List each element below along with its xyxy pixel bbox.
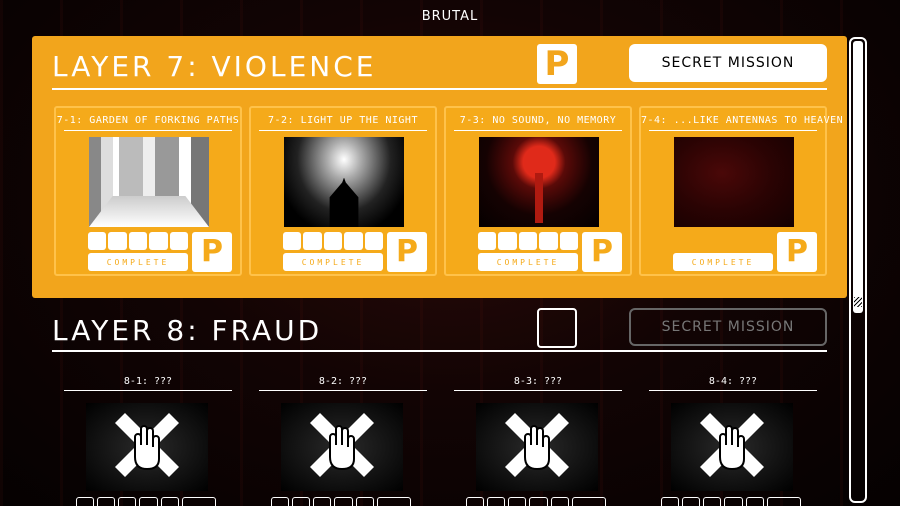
level-rank-badge: P [387,232,427,272]
level-card-8-3[interactable]: 8-3: ??? [444,368,632,506]
level-title: 8-2: ??? [318,376,368,387]
rank-boxes [466,497,606,506]
divider [454,130,622,131]
level-card-7-3[interactable]: 7-3: NO SOUND, NO MEMORY COMPLETE P [444,106,632,276]
layer-8-rank-badge-empty [537,308,577,348]
level-rank-badge: P [582,232,622,272]
complete-label: COMPLETE [478,253,578,271]
rank-boxes [88,232,189,250]
scrollbar[interactable] [849,37,867,503]
level-thumbnail [673,136,795,228]
level-rank-badge: P [192,232,232,272]
level-title: 7-3: NO SOUND, NO MEMORY [459,115,617,126]
scrollbar-grip-icon [854,297,862,307]
rank-boxes [478,232,579,250]
rank-boxes [271,497,411,506]
level-title: 8-1: ??? [123,376,173,387]
layer-7-rank-badge: P [537,44,577,84]
crossed-hand-icon [505,413,569,477]
divider [454,390,622,391]
layer-divider [52,350,827,352]
level-title: 7-1: GARDEN OF FORKING PATHS [56,115,240,126]
locked-level-thumbnail [671,403,793,491]
crossed-hand-icon [310,413,374,477]
crossed-hand-icon [700,413,764,477]
level-title: 7-2: LIGHT UP THE NIGHT [268,115,418,126]
locked-level-thumbnail [281,403,403,491]
divider [649,390,817,391]
level-card-7-1[interactable]: 7-1: GARDEN OF FORKING PATHS COMPLETE P [54,106,242,276]
secret-mission-button[interactable]: SECRET MISSION [629,44,827,82]
level-card-7-4[interactable]: 7-4: ...LIKE ANTENNAS TO HEAVEN COMPLETE… [639,106,844,276]
level-rank-badge: P [777,232,817,272]
rank-boxes [76,497,216,506]
level-title: 7-4: ...LIKE ANTENNAS TO HEAVEN [641,115,844,126]
secret-mission-button-disabled[interactable]: SECRET MISSION [629,308,827,346]
scrollbar-thumb[interactable] [853,41,863,313]
level-thumbnail [478,136,600,228]
difficulty-label: BRUTAL [421,9,479,24]
layer-divider [52,88,827,90]
layer-8-title: LAYER 8: FRAUD [52,314,323,347]
divider [259,390,427,391]
level-select-list: LAYER 7: VIOLENCE P SECRET MISSION 7-1: … [32,36,847,506]
complete-label: COMPLETE [283,253,383,271]
level-card-8-4[interactable]: 8-4: ??? [639,368,827,506]
locked-level-thumbnail [476,403,598,491]
level-card-8-1[interactable]: 8-1: ??? [54,368,242,506]
layer-7-title: LAYER 7: VIOLENCE [52,50,377,83]
complete-label: COMPLETE [88,253,188,271]
level-card-7-2[interactable]: 7-2: LIGHT UP THE NIGHT COMPLETE P [249,106,437,276]
divider [649,130,817,131]
layer-7-panel: LAYER 7: VIOLENCE P SECRET MISSION 7-1: … [32,36,847,298]
divider [64,390,232,391]
layer-8-panel: LAYER 8: FRAUD SECRET MISSION 8-1: ??? 8… [32,298,847,506]
crossed-hand-icon [115,413,179,477]
level-card-8-2[interactable]: 8-2: ??? [249,368,437,506]
divider [259,130,427,131]
rank-boxes [283,232,384,250]
level-thumbnail [283,136,405,228]
complete-label: COMPLETE [673,253,773,271]
level-title: 8-4: ??? [708,376,758,387]
level-title: 8-3: ??? [513,376,563,387]
level-thumbnail [88,136,210,228]
locked-level-thumbnail [86,403,208,491]
divider [64,130,232,131]
rank-boxes [661,497,801,506]
